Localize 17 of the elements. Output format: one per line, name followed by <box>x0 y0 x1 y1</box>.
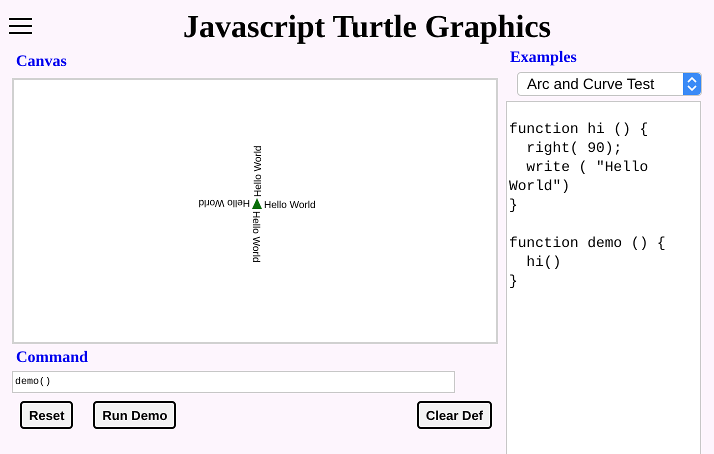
canvas-text: Hello World <box>264 200 316 211</box>
action-button[interactable]: Reset <box>20 401 74 429</box>
examples-label: Examples <box>509 48 578 68</box>
command-field[interactable]: demo() <box>12 371 455 393</box>
examples-dropdown[interactable]: Arc and Curve Test <box>517 72 702 96</box>
action-button[interactable]: Clear Def <box>416 401 492 429</box>
canvas-text: Hello World <box>253 146 264 197</box>
dropdown-arrows-icon <box>683 73 701 95</box>
canvas-text: Hello World <box>250 211 261 262</box>
page-title: Javascript Turtle Graphics <box>182 8 551 44</box>
turtle-icon <box>252 198 262 209</box>
menu-icon[interactable] <box>9 17 32 35</box>
action-button[interactable]: Run Demo <box>93 401 176 429</box>
command-label: Command <box>15 348 90 368</box>
code-editor[interactable]: function hi () { right( 90); write ( "Hello World") } function demo () { hi() } <box>506 101 701 454</box>
canvas-text: Hello World <box>198 197 250 208</box>
canvas-label: Canvas <box>15 52 68 72</box>
